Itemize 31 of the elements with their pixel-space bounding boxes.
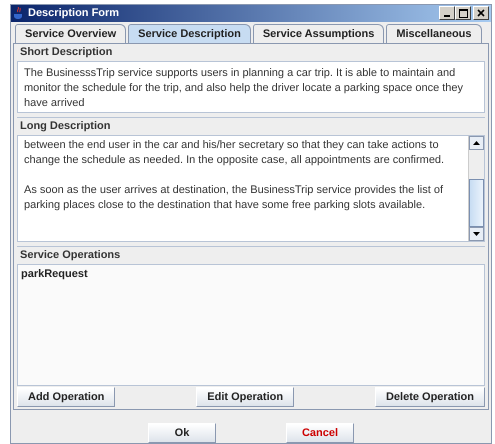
tab[interactable]: Service Assumptions (252, 24, 384, 43)
operation-button[interactable]: Delete Operation (374, 387, 485, 407)
ok-button[interactable]: Ok (148, 423, 216, 443)
up-arrow-icon (473, 140, 480, 145)
down-arrow-icon (473, 232, 480, 236)
paragraph: between the end user in the car and his/her secretary so that they can take actions to change the schedule as needed. In the opposite case, all appointments are confirmed. (24, 138, 446, 168)
close-icon (477, 9, 485, 18)
description-text: The BusinesssTrip service supports users in planning a car trip. It is able to maintain and monitor the schedule for the trip, and also help the driver locate a parking space once they have arrived (24, 66, 464, 109)
cup-icon (13, 6, 24, 20)
window-title: Description Form (28, 7, 120, 20)
paragraph: As soon as the user arrives at destination, the BusinessTrip service provides the list of parking places close to the destination that have some free parking slots available. (24, 182, 444, 213)
scroll-thumb[interactable] (469, 178, 484, 227)
scrollbar[interactable] (468, 136, 484, 241)
group-label: Long Description (19, 118, 112, 134)
cancel-button[interactable]: Cancel (286, 423, 354, 443)
maximize-icon (458, 8, 468, 18)
tab[interactable]: Service Description (128, 24, 251, 43)
group-label: Short Description (19, 44, 114, 60)
tab[interactable]: Miscellaneous (386, 24, 482, 43)
minimize-button[interactable] (439, 6, 455, 20)
text-area[interactable]: The BusinesssTrip service supports users in planning a car trip. It is able to maintain and monitor the schedule for the trip, and also help the driver locate a parking space once they have arrived (17, 60, 485, 113)
text-area[interactable] (17, 134, 485, 242)
group-label: Service Operations (19, 248, 122, 263)
scroll-up-button[interactable] (469, 136, 484, 150)
tab[interactable]: Service Overview (15, 24, 126, 43)
maximize-button[interactable] (455, 6, 471, 20)
scroll-down-button[interactable] (469, 226, 484, 241)
close-button[interactable] (473, 6, 489, 20)
operation-button[interactable]: Edit Operation (196, 387, 294, 407)
operation-button[interactable]: Add Operation (17, 387, 116, 407)
list-item[interactable]: parkRequest (21, 268, 88, 280)
